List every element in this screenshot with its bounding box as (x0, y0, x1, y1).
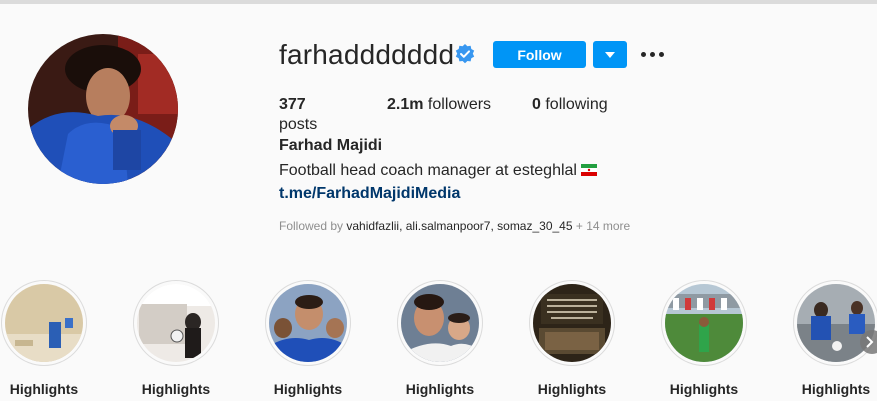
highlight-label: Highlights (273, 381, 343, 397)
highlight-cover[interactable] (1, 280, 87, 366)
profile-website-link[interactable]: t.me/FarhadMajidiMedia (279, 183, 460, 205)
profile-full-name: Farhad Majidi (279, 137, 383, 154)
bio-text: Football head coach manager at esteghlal (279, 162, 577, 179)
followed-by-suffix: + 14 more (572, 219, 631, 233)
suggested-dropdown-button[interactable] (593, 41, 627, 68)
following-label: following (545, 96, 608, 113)
highlight-label: Highlights (405, 381, 475, 397)
highlight-label: Highlights (141, 381, 211, 397)
highlight-item[interactable]: Highlights (264, 280, 352, 398)
profile-bio: Football head coach manager at esteghlal (279, 160, 597, 182)
followers-label: followers (427, 96, 492, 113)
posts-stat: 377 posts (279, 95, 347, 135)
following-stat[interactable]: 0 following (532, 95, 608, 135)
dot (649, 51, 655, 57)
following-count: 0 (532, 96, 541, 113)
profile-avatar[interactable] (28, 34, 178, 184)
top-divider (0, 0, 877, 4)
followed-by-user[interactable]: vahidfazlii (346, 219, 399, 233)
posts-label: posts (279, 116, 318, 133)
posts-count: 377 (279, 96, 306, 113)
highlight-item[interactable]: Highlights (528, 280, 616, 398)
profile-stats: 377 posts 2.1m followers 0 following (279, 95, 648, 135)
dot (640, 51, 646, 57)
highlight-cover[interactable] (133, 280, 219, 366)
followed-by-user[interactable]: somaz_30_45 (497, 219, 572, 233)
followed-by-prefix: Followed by (279, 219, 347, 233)
highlight-item[interactable]: Highlights (132, 280, 220, 398)
dot (658, 51, 664, 57)
highlight-cover[interactable] (265, 280, 351, 366)
highlight-label: Highlights (537, 381, 607, 397)
followers-stat[interactable]: 2.1m followers (387, 95, 492, 135)
highlight-cover[interactable] (661, 280, 747, 366)
follow-button[interactable]: Follow (493, 41, 586, 68)
more-options-icon[interactable] (639, 44, 665, 64)
highlight-item[interactable]: Highlights (660, 280, 748, 398)
next-highlights-arrow-icon[interactable] (860, 330, 877, 354)
highlight-item[interactable]: Highlights (0, 280, 88, 398)
highlight-label: Highlights (669, 381, 739, 397)
highlight-item[interactable]: Highlights (396, 280, 484, 398)
followed-by-user[interactable]: ali.salmanpoor7 (406, 219, 491, 233)
highlight-cover[interactable] (529, 280, 615, 366)
highlight-label: Highlights (9, 381, 79, 397)
verified-badge-icon (455, 44, 475, 64)
profile-username: farhaddddddd (279, 39, 455, 70)
followers-count: 2.1m (387, 96, 424, 113)
caret-down-icon (605, 51, 615, 58)
iran-flag-icon (580, 164, 597, 176)
followed-by-text[interactable]: Followed by vahidfazlii, ali.salmanpoor7… (279, 219, 630, 233)
highlight-label: Highlights (801, 381, 871, 397)
highlight-cover[interactable] (793, 280, 877, 366)
highlight-cover[interactable] (397, 280, 483, 366)
